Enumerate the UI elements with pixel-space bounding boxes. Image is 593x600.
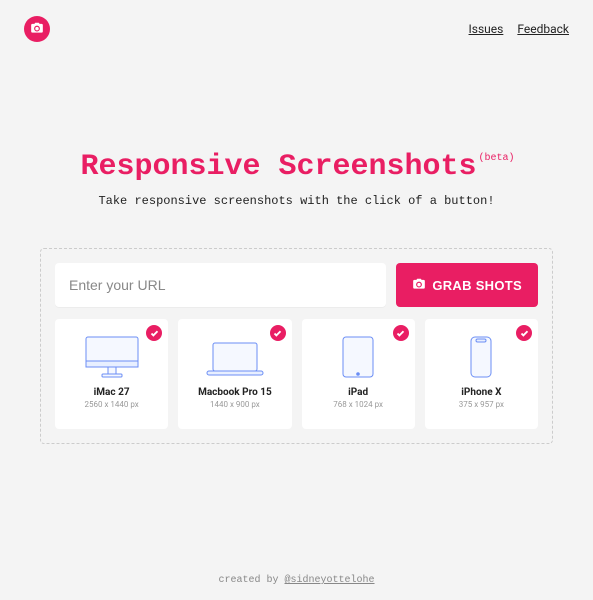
device-card-ipad[interactable]: iPad 768 x 1024 px: [302, 319, 415, 429]
hero: Responsive Screenshots(beta) Take respon…: [0, 150, 593, 208]
footer: created by @sidneyottelohe: [0, 575, 593, 586]
nav-links: Issues Feedback: [469, 22, 569, 36]
device-name: iMac 27: [94, 387, 130, 398]
check-icon: [146, 325, 162, 341]
page-title: Responsive Screenshots: [80, 150, 476, 184]
device-list: iMac 27 2560 x 1440 px Macbook Pro 15 14…: [55, 319, 538, 429]
check-icon: [516, 325, 532, 341]
issues-link[interactable]: Issues: [469, 22, 504, 36]
device-name: iPhone X: [461, 387, 501, 398]
topbar: Issues Feedback: [0, 0, 593, 50]
input-row: GRAB SHOTS: [55, 263, 538, 307]
author-link[interactable]: @sidneyottelohe: [285, 575, 375, 586]
logo[interactable]: [24, 16, 50, 42]
url-input[interactable]: [55, 263, 386, 307]
check-icon: [270, 325, 286, 341]
device-card-imac[interactable]: iMac 27 2560 x 1440 px: [55, 319, 168, 429]
camera-icon: [30, 20, 44, 39]
grab-shots-label: GRAB SHOTS: [432, 278, 522, 293]
footer-prefix: created by: [218, 575, 284, 586]
device-card-macbook[interactable]: Macbook Pro 15 1440 x 900 px: [178, 319, 291, 429]
phone-icon: [469, 333, 493, 379]
imac-icon: [82, 333, 142, 379]
tablet-icon: [341, 333, 375, 379]
subtitle: Take responsive screenshots with the cli…: [0, 194, 593, 208]
camera-icon: [412, 277, 426, 294]
feedback-link[interactable]: Feedback: [517, 22, 569, 36]
device-resolution: 2560 x 1440 px: [84, 400, 138, 409]
device-resolution: 1440 x 900 px: [210, 400, 260, 409]
device-name: Macbook Pro 15: [198, 387, 272, 398]
grab-shots-button[interactable]: GRAB SHOTS: [396, 263, 538, 307]
beta-tag: (beta): [479, 153, 515, 164]
device-card-iphone[interactable]: iPhone X 375 x 957 px: [425, 319, 538, 429]
device-resolution: 768 x 1024 px: [333, 400, 383, 409]
device-resolution: 375 x 957 px: [459, 400, 504, 409]
laptop-icon: [203, 333, 267, 379]
main-panel: GRAB SHOTS iMac 27 2560 x 1440 px: [40, 248, 553, 444]
check-icon: [393, 325, 409, 341]
device-name: iPad: [348, 387, 368, 398]
